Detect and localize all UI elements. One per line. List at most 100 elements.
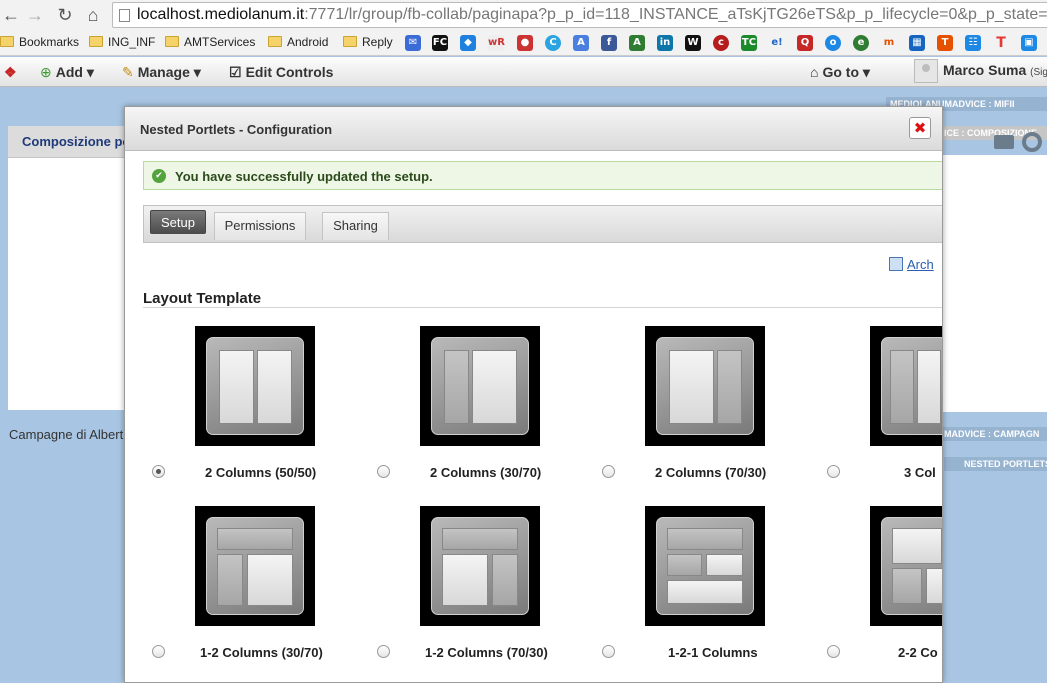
signout-link[interactable]: (Sign <box>1030 67 1047 78</box>
pin-icon[interactable]: ❖ <box>4 64 17 80</box>
layout-radio-3-columns[interactable] <box>827 465 840 478</box>
flag-icon[interactable]: ● <box>517 35 533 51</box>
user-name: Marco Suma <box>943 62 1027 78</box>
bookmark-amtservices[interactable]: AMTServices <box>165 34 255 50</box>
layout-block <box>667 554 702 576</box>
t-icon[interactable]: T <box>937 35 953 51</box>
layout-radio-2-2-columns[interactable] <box>827 645 840 658</box>
tab-setup[interactable]: Setup <box>150 210 206 234</box>
layout-block <box>706 554 743 576</box>
mail-icon[interactable]: ✉ <box>405 35 421 51</box>
user-menu[interactable]: Marco Suma (Sign <box>943 62 1047 81</box>
avatar[interactable] <box>914 59 938 83</box>
configuration-dialog: Nested Portlets - Configuration ✖ ✔ You … <box>124 106 943 683</box>
mc-icon[interactable]: c <box>713 35 729 51</box>
manage-menu[interactable]: ✎ Manage ▾ <box>122 64 201 80</box>
layout-radio-1-2-columns-70-30[interactable] <box>377 645 390 658</box>
close-icon[interactable]: ✖ <box>909 117 931 139</box>
archive-link[interactable]: Arch <box>889 257 934 272</box>
chevron-down-icon: ▾ <box>193 64 201 80</box>
linkedin-icon[interactable]: in <box>657 35 673 51</box>
tc-icon[interactable]: TC <box>741 35 757 51</box>
layout-radio-2-columns-70-30[interactable] <box>602 465 615 478</box>
m-icon[interactable]: m <box>881 35 897 51</box>
thumbnail-frame <box>206 337 304 435</box>
layout-block <box>667 580 743 604</box>
bookmark-label: AMTServices <box>184 35 256 49</box>
q-icon[interactable]: Q <box>797 35 813 51</box>
o-icon[interactable]: o <box>825 35 841 51</box>
bookmark-label: Reply <box>362 35 393 49</box>
t2-icon[interactable]: T <box>993 35 1009 51</box>
forward-arrow-icon[interactable]: → <box>24 4 46 26</box>
layout-block <box>257 350 292 424</box>
back-arrow-icon[interactable]: ← <box>0 4 22 26</box>
facebook-icon[interactable]: f <box>601 35 617 51</box>
translate-icon[interactable]: A <box>573 35 589 51</box>
success-message: ✔ You have successfully updated the setu… <box>143 161 942 190</box>
bookmark-reply[interactable]: Reply <box>343 34 393 50</box>
divider <box>143 307 942 308</box>
settings-icon[interactable] <box>1022 132 1042 152</box>
w-icon[interactable]: W <box>685 35 701 51</box>
layout-block <box>717 350 742 424</box>
layout-2-2-columns-thumbnail[interactable] <box>870 506 942 626</box>
thumbnail-frame <box>881 337 942 435</box>
layout-radio-1-2-1-columns[interactable] <box>602 645 615 658</box>
layout-radio-2-columns-50-50[interactable] <box>152 465 165 478</box>
thumbnail-frame <box>431 337 529 435</box>
thumbnail-frame <box>656 517 754 615</box>
e2-icon[interactable]: e <box>853 35 869 51</box>
edit-controls-toggle[interactable]: ☑ Edit Controls <box>229 64 333 80</box>
m2-icon[interactable]: ▦ <box>909 35 925 51</box>
thumbnail-frame <box>656 337 754 435</box>
e-icon[interactable]: e! <box>769 35 785 51</box>
circle-icon[interactable]: C <box>545 35 561 51</box>
layout-radio-1-2-columns-30-70[interactable] <box>152 645 165 658</box>
dockbar: ❖ ⊕ Add ▾ ✎ Manage ▾ ☑ Edit Controls ⌂ Go to… <box>0 57 1047 87</box>
address-bar[interactable]: localhost.mediolanum.it:7771/lr/group/fb… <box>112 2 1047 28</box>
add-label: Add <box>55 64 83 80</box>
portlet-tag[interactable]: NESTED PORTLETS <box>944 457 1047 471</box>
layout-1-2-columns-70-30-thumbnail[interactable] <box>420 506 540 626</box>
wr-icon[interactable]: wR <box>488 35 505 51</box>
layout-2-columns-30-70-thumbnail[interactable] <box>420 326 540 446</box>
layout-block <box>892 528 942 564</box>
reload-icon[interactable]: ↻ <box>54 4 76 26</box>
tab-sharing[interactable]: Sharing <box>322 212 389 240</box>
add-menu[interactable]: ⊕ Add ▾ <box>40 64 94 80</box>
dialog-title: Nested Portlets - Configuration <box>140 122 333 137</box>
dropbox-icon[interactable]: ◆ <box>460 35 476 51</box>
bookmark-ing-inf[interactable]: ING_INF <box>89 34 155 50</box>
portlet-tag[interactable]: MADVICE : CAMPAGN <box>940 427 1047 441</box>
fc-icon[interactable]: FC <box>432 35 448 51</box>
layout-label: 3 Col <box>904 465 936 480</box>
layout-label: 1-2 Columns (70/30) <box>425 645 548 660</box>
layout-block <box>247 554 293 606</box>
thumbnail-frame <box>881 517 942 615</box>
layout-radio-2-columns-30-70[interactable] <box>377 465 390 478</box>
goto-menu[interactable]: ⌂ Go to ▾ <box>810 64 870 80</box>
layout-icon[interactable] <box>994 135 1014 149</box>
folder-icon <box>89 36 103 47</box>
layout-3-columns-thumbnail[interactable] <box>870 326 942 446</box>
feed-icon[interactable]: ☷ <box>965 35 981 51</box>
edit-controls-label: Edit Controls <box>245 64 334 80</box>
url-host: localhost.mediolanum.it <box>137 6 305 23</box>
layout-1-2-columns-30-70-thumbnail[interactable] <box>195 506 315 626</box>
layout-block <box>890 350 914 424</box>
layout-block <box>667 528 743 550</box>
a-icon[interactable]: A <box>629 35 645 51</box>
layout-1-2-1-columns-thumbnail[interactable] <box>645 506 765 626</box>
bookmark-android[interactable]: Android <box>268 34 328 50</box>
home-icon[interactable]: ⌂ <box>82 4 104 26</box>
layout-block <box>492 554 518 606</box>
tab-permissions[interactable]: Permissions <box>214 212 306 240</box>
campagne-title: Campagne di Albert <box>9 427 124 442</box>
dialog-header: Nested Portlets - Configuration ✖ <box>125 107 942 151</box>
bookmark-bookmarks[interactable]: Bookmarks <box>0 34 79 50</box>
layout-2-columns-50-50-thumbnail[interactable] <box>195 326 315 446</box>
img-icon[interactable]: ▣ <box>1021 35 1037 51</box>
layout-label: 1-2 Columns (30/70) <box>200 645 323 660</box>
layout-2-columns-70-30-thumbnail[interactable] <box>645 326 765 446</box>
